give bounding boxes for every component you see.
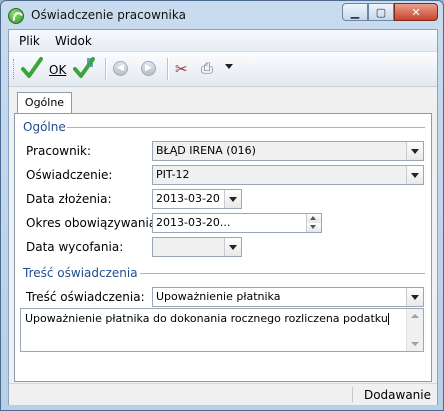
ok-label[interactable]: OK xyxy=(49,63,66,77)
next-button[interactable]: ▶ xyxy=(141,61,156,76)
section-divider xyxy=(67,127,425,128)
chevron-down-icon[interactable] xyxy=(406,166,423,184)
memo-scrollbar[interactable] xyxy=(406,309,423,351)
memo-text: Upoważnienie płatnika do dokonania roczn… xyxy=(25,312,388,325)
arrow-right-icon: ▶ xyxy=(145,63,152,73)
pracownik-value: BŁĄD IRENA (016) xyxy=(156,144,256,157)
toolbar: OK ◀ ▶ ✂ ⎙ xyxy=(9,52,437,87)
oswiadczenie-combo[interactable]: PIT-12 xyxy=(152,165,424,185)
status-divider xyxy=(352,387,353,402)
maximize-button[interactable]: ▢ xyxy=(368,3,394,21)
arrow-left-icon: ◀ xyxy=(117,63,124,73)
minimize-icon: ▁ xyxy=(350,5,360,19)
tresc-combo[interactable]: Upoważnienie płatnika xyxy=(152,287,424,307)
previous-button[interactable]: ◀ xyxy=(113,61,128,76)
spin-down-icon[interactable] xyxy=(306,223,321,232)
chevron-down-icon[interactable] xyxy=(406,288,423,306)
tab-ogolne[interactable]: Ogólne xyxy=(17,92,72,114)
menu-widok[interactable]: Widok xyxy=(55,34,92,48)
data-zlozenia-value: 2013-03-20 xyxy=(156,192,220,205)
print-button[interactable]: ⎙ xyxy=(201,59,213,77)
toolbar-separator xyxy=(105,58,107,80)
menu-bar: Plik Widok xyxy=(9,30,437,52)
tools-icon: ✂ xyxy=(175,60,188,78)
section-general-title: Ogólne xyxy=(23,120,66,134)
chevron-down-icon[interactable] xyxy=(224,238,241,256)
label-okres: Okres obowiązywania: xyxy=(26,216,161,230)
ok-button[interactable] xyxy=(21,56,43,80)
status-mode: Dodawanie xyxy=(363,388,431,402)
status-bar: Dodawanie xyxy=(9,383,437,405)
save-button[interactable] xyxy=(73,56,95,80)
label-data-zlozenia: Data złożenia: xyxy=(26,192,112,206)
data-wycofania-picker[interactable] xyxy=(152,237,242,257)
label-data-wycofania: Data wycofania: xyxy=(26,240,124,254)
okres-value: 2013-03-20... xyxy=(156,216,231,229)
minimize-button[interactable]: ▁ xyxy=(342,3,368,21)
tresc-memo[interactable]: Upoważnienie płatnika do dokonania roczn… xyxy=(20,308,424,352)
check-icon xyxy=(21,57,43,78)
text-caret xyxy=(387,313,389,325)
chevron-down-icon[interactable] xyxy=(224,190,241,208)
chevron-down-icon[interactable] xyxy=(406,142,423,160)
tab-panel: Ogólne Pracownik: BŁĄD IRENA (016) Oświa… xyxy=(14,113,432,382)
maximize-icon: ▢ xyxy=(375,5,387,19)
toolbar-separator xyxy=(167,58,169,80)
toolbar-grip[interactable] xyxy=(13,59,17,79)
label-tresc: Treść oświadczenia: xyxy=(26,290,145,304)
save-check-icon xyxy=(73,57,95,78)
printer-icon: ⎙ xyxy=(201,59,214,77)
data-zlozenia-picker[interactable]: 2013-03-20 xyxy=(152,189,242,209)
oswiadczenie-value: PIT-12 xyxy=(156,168,190,181)
app-icon xyxy=(8,8,24,24)
client-area: Plik Widok OK ◀ ▶ ✂ ⎙ Ogólne Ogólne Prac… xyxy=(8,29,438,405)
okres-field[interactable]: 2013-03-20... xyxy=(152,213,322,233)
label-oswiadczenie: Oświadczenie: xyxy=(26,168,113,182)
window-controls: ▁ ▢ ✕ xyxy=(342,3,438,21)
menu-plik[interactable]: Plik xyxy=(19,34,40,48)
tools-button[interactable]: ✂ xyxy=(175,60,188,78)
section-divider xyxy=(140,273,425,274)
section-content-title: Treść oświadczenia xyxy=(23,266,138,280)
label-pracownik: Pracownik: xyxy=(26,144,91,158)
tab-strip: Ogólne xyxy=(14,92,432,114)
pracownik-combo[interactable]: BŁĄD IRENA (016) xyxy=(152,141,424,161)
close-button[interactable]: ✕ xyxy=(394,3,438,21)
window-title: Oświadczenie pracownika xyxy=(31,8,186,22)
print-dropdown-icon[interactable] xyxy=(225,64,233,69)
dialog-window: Oświadczenie pracownika ▁ ▢ ✕ Plik Widok… xyxy=(0,0,444,411)
title-bar[interactable]: Oświadczenie pracownika ▁ ▢ ✕ xyxy=(1,1,443,29)
close-icon: ✕ xyxy=(411,5,421,19)
tresc-value: Upoważnienie płatnika xyxy=(156,290,281,303)
